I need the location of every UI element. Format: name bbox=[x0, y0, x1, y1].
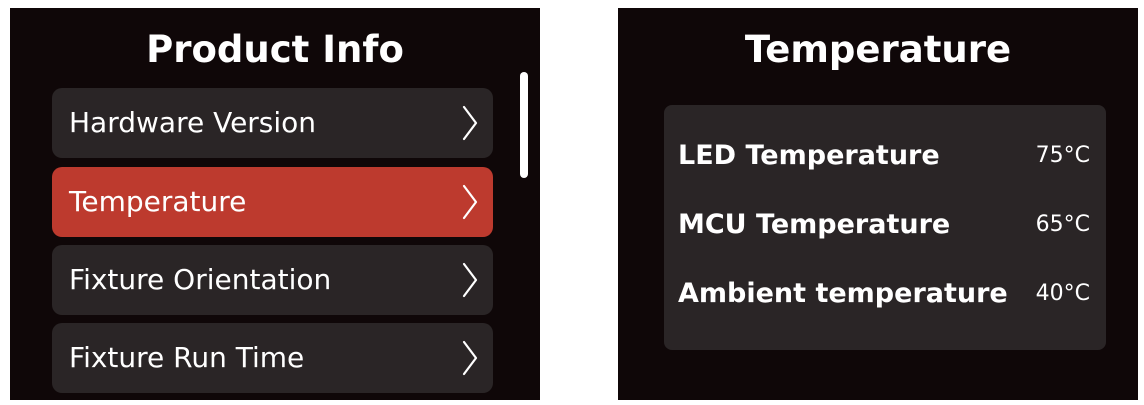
menu-item-fixture-orientation[interactable]: Fixture Orientation bbox=[52, 245, 493, 315]
led-temperature-label: LED Temperature bbox=[678, 140, 940, 171]
menu-item-label: Temperature bbox=[69, 185, 247, 218]
temperature-title: Temperature bbox=[744, 28, 1012, 71]
menu-item-fixture-run-time[interactable]: Fixture Run Time bbox=[52, 323, 493, 393]
menu-item-hardware-version[interactable]: Hardware Version bbox=[52, 88, 493, 158]
menu-item-label: Fixture Run Time bbox=[69, 341, 305, 374]
mcu-temperature-label: MCU Temperature bbox=[678, 209, 951, 240]
ambient-temperature-row: Ambient temperature 40°C bbox=[664, 274, 1106, 314]
scrollbar[interactable] bbox=[520, 72, 528, 178]
ambient-temperature-label: Ambient temperature bbox=[678, 278, 1008, 309]
product-info-screen: Product Info Hardware Version Temperatur… bbox=[10, 8, 540, 400]
menu-item-label: Hardware Version bbox=[69, 106, 317, 139]
product-info-title: Product Info bbox=[146, 28, 404, 71]
temperature-screen: Temperature LED Temperature 75°C MCU Tem… bbox=[618, 8, 1138, 400]
ambient-temperature-value: 40°C bbox=[1035, 281, 1090, 306]
chevron-right-icon bbox=[462, 262, 478, 298]
menu-item-label: Fixture Orientation bbox=[69, 263, 332, 296]
led-temperature-value: 75°C bbox=[1035, 143, 1090, 168]
temperature-panel: LED Temperature 75°C MCU Temperature 65°… bbox=[664, 105, 1106, 350]
mcu-temperature-value: 65°C bbox=[1035, 212, 1090, 237]
led-temperature-row: LED Temperature 75°C bbox=[664, 136, 1106, 176]
chevron-right-icon bbox=[462, 340, 478, 376]
chevron-right-icon bbox=[462, 184, 478, 220]
menu-item-temperature[interactable]: Temperature bbox=[52, 167, 493, 237]
chevron-right-icon bbox=[462, 105, 478, 141]
mcu-temperature-row: MCU Temperature 65°C bbox=[664, 205, 1106, 245]
